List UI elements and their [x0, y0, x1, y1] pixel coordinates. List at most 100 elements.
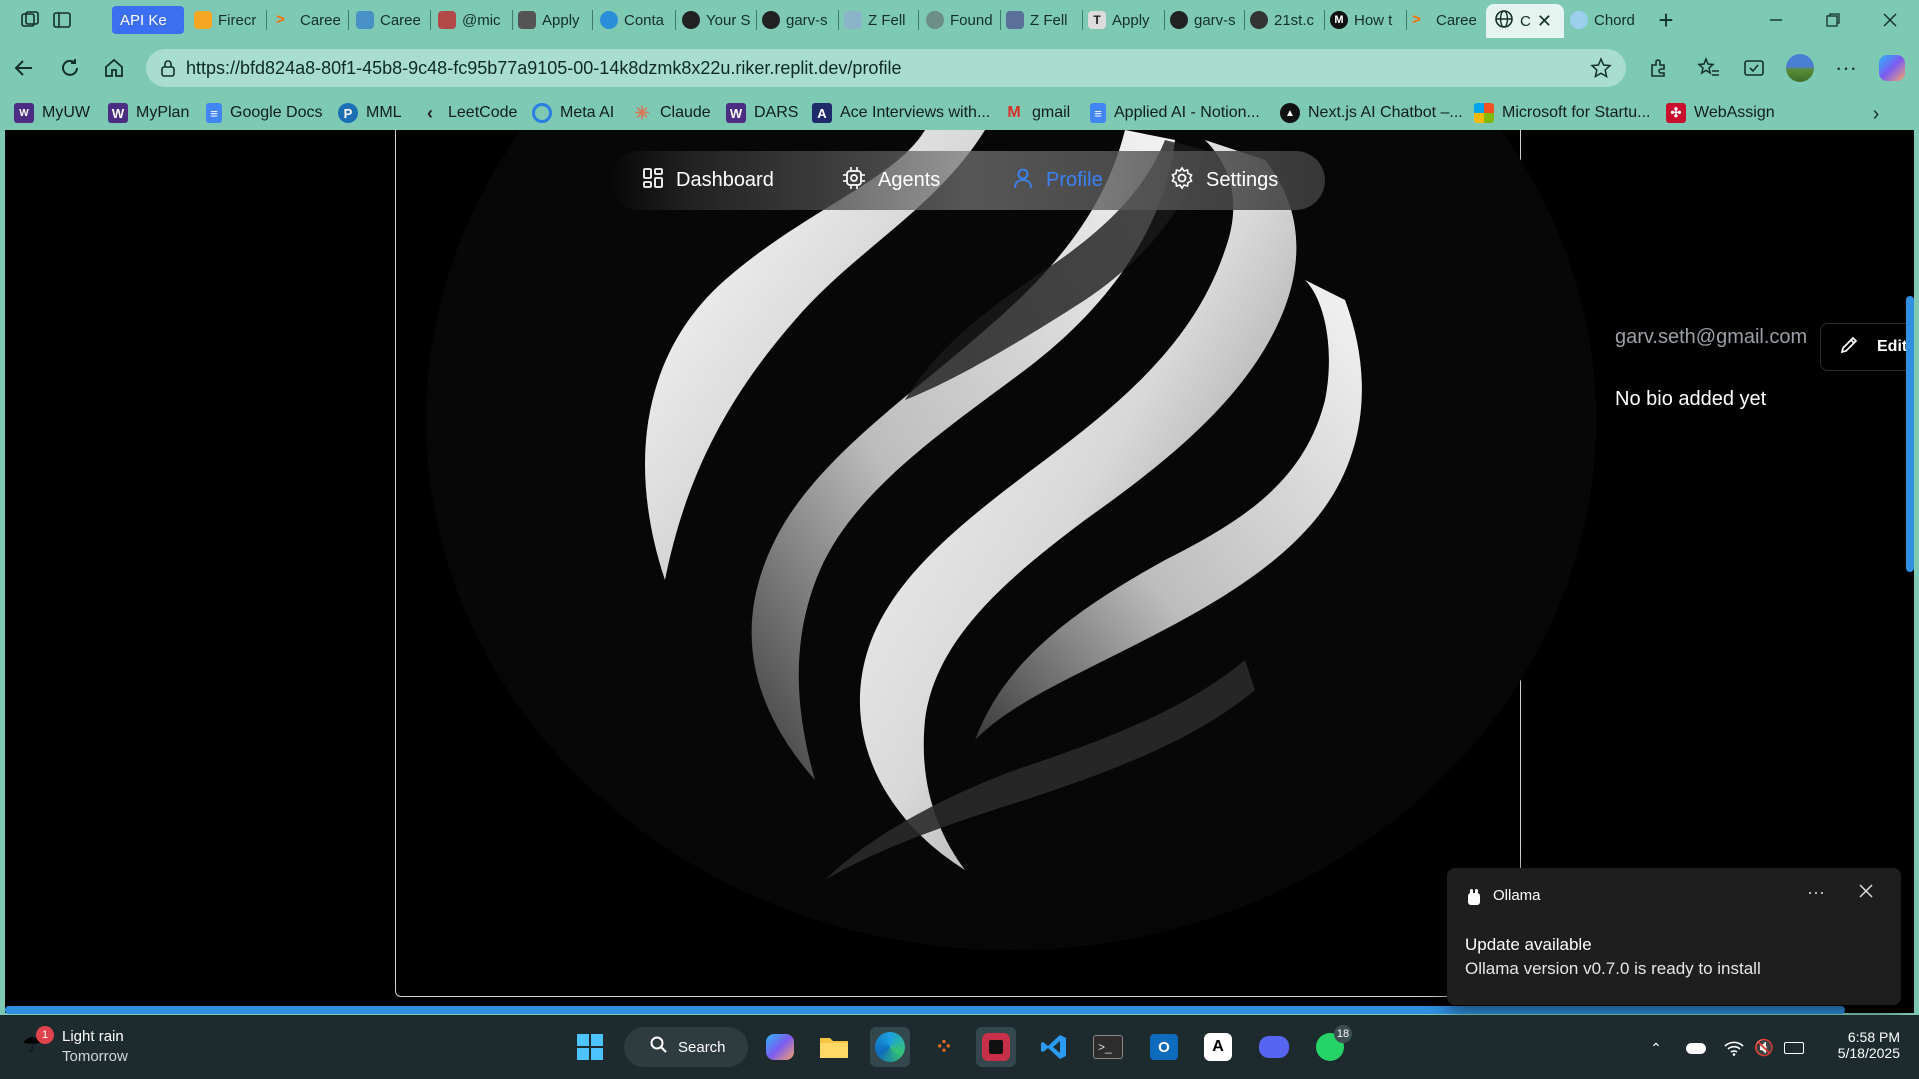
volume-muted-icon[interactable]: 🔇: [1753, 1037, 1775, 1059]
tab-item[interactable]: Conta: [600, 6, 672, 34]
bookmark-meta-ai[interactable]: Meta AI: [532, 102, 614, 124]
home-icon[interactable]: [98, 52, 130, 84]
tab-item[interactable]: Z Fell: [844, 6, 916, 34]
horizontal-scrollbar[interactable]: [5, 1006, 1845, 1014]
nav-dashboard[interactable]: Dashboard: [642, 151, 774, 210]
tab-item[interactable]: > Caree: [1412, 6, 1484, 34]
bookmark-myuw[interactable]: W MyUW: [14, 102, 90, 124]
dars-icon: W: [726, 103, 746, 123]
favorite-star-icon[interactable]: [1590, 57, 1612, 84]
terminal-app-icon[interactable]: [976, 1027, 1016, 1067]
outlook-icon[interactable]: O: [1144, 1027, 1184, 1067]
copilot-taskbar-icon[interactable]: [760, 1027, 800, 1067]
app-icon[interactable]: ⁘: [924, 1027, 964, 1067]
bookmark-webassign[interactable]: ✣ WebAssign: [1666, 102, 1775, 124]
tab-item[interactable]: Apply: [518, 6, 588, 34]
tab-item[interactable]: Found: [926, 6, 998, 34]
tray-overflow-icon[interactable]: ⌃: [1645, 1037, 1667, 1059]
pencil-icon: [1839, 335, 1859, 360]
bookmark-mml[interactable]: P MML: [338, 102, 402, 124]
bookmark-microsoft-startups[interactable]: Microsoft for Startu...: [1474, 102, 1650, 124]
bookmarks-overflow-icon[interactable]: ›: [1860, 98, 1892, 130]
notification-title: Update available: [1465, 935, 1592, 954]
back-icon[interactable]: [8, 52, 40, 84]
extensions-icon[interactable]: [1643, 52, 1675, 84]
tab-actions-icon[interactable]: [46, 4, 78, 36]
nav-settings[interactable]: Settings: [1170, 151, 1278, 210]
start-button[interactable]: [570, 1027, 610, 1067]
edge-icon[interactable]: [870, 1027, 910, 1067]
copilot-icon[interactable]: [1876, 52, 1908, 84]
refresh-icon[interactable]: [54, 52, 86, 84]
tab-title: Your S: [706, 11, 751, 29]
bookmark-google-docs[interactable]: ≡ Google Docs: [206, 102, 323, 124]
bookmark-applied-ai[interactable]: ≡ Applied AI - Notion...: [1090, 102, 1260, 124]
bookmark-label: gmail: [1032, 104, 1071, 121]
tab-item[interactable]: @mic: [438, 6, 508, 34]
nav-agents-label: Agents: [878, 169, 941, 191]
bookmark-gmail[interactable]: Mgmail: [1004, 102, 1070, 124]
taskbar-search[interactable]: Search: [624, 1027, 748, 1067]
bookmark-label: Applied AI - Notion...: [1114, 104, 1260, 121]
onedrive-icon[interactable]: [1685, 1037, 1707, 1059]
discord-icon[interactable]: [1254, 1027, 1294, 1067]
tab-item[interactable]: Firecr: [194, 6, 260, 34]
nav-agents[interactable]: Agents: [842, 151, 940, 210]
tab-item[interactable]: garv-s: [1170, 6, 1242, 34]
close-tab-icon[interactable]: ✕: [1537, 11, 1552, 32]
restore-icon[interactable]: [1817, 4, 1849, 36]
chevron-favicon-icon: >: [276, 11, 285, 28]
edit-profile-button[interactable]: Edit: [1820, 323, 1914, 371]
minimize-icon[interactable]: [1760, 4, 1792, 36]
tab-favicon-icon: [1570, 11, 1588, 29]
collections-icon[interactable]: [1738, 52, 1770, 84]
nav-profile-label: Profile: [1046, 169, 1103, 191]
tab-favicon-icon: [600, 11, 618, 29]
site-info-icon[interactable]: [160, 59, 176, 82]
wifi-icon[interactable]: [1723, 1037, 1745, 1059]
tab-item[interactable]: M How t: [1330, 6, 1404, 34]
bookmark-claude[interactable]: ✳ Claude: [632, 102, 710, 124]
close-window-icon[interactable]: [1874, 4, 1906, 36]
gmail-icon: M: [1007, 104, 1021, 121]
file-explorer-icon[interactable]: [814, 1027, 854, 1067]
tab-item[interactable]: T Apply: [1088, 6, 1162, 34]
terminal-icon[interactable]: >_: [1088, 1027, 1128, 1067]
weather-widget[interactable]: ☂ 1 Light rain Tomorrow: [22, 1026, 162, 1068]
whatsapp-icon[interactable]: 18: [1310, 1025, 1352, 1067]
nav-settings-label: Settings: [1206, 169, 1279, 191]
weather-subtitle: Tomorrow: [62, 1048, 128, 1065]
tab-item[interactable]: > Caree: [276, 6, 342, 34]
tab-favicon-icon: [1250, 11, 1268, 29]
tab-item[interactable]: Your S: [682, 6, 754, 34]
tab-item[interactable]: Caree: [356, 6, 426, 34]
bookmark-ace-interviews[interactable]: A Ace Interviews with...: [812, 102, 990, 124]
vscode-icon[interactable]: [1034, 1027, 1074, 1067]
tab-item[interactable]: Z Fell: [1006, 6, 1084, 34]
tab-item[interactable]: garv-s: [762, 6, 834, 34]
vertical-scrollbar[interactable]: [1906, 296, 1914, 572]
notification-more-icon[interactable]: ···: [1807, 882, 1825, 903]
workspaces-icon[interactable]: [14, 4, 46, 36]
tab-item[interactable]: Chord: [1570, 6, 1646, 34]
adobe-app-icon[interactable]: A: [1198, 1027, 1238, 1067]
bookmark-nextjs-chatbot[interactable]: ▲ Next.js AI Chatbot –...: [1280, 102, 1463, 124]
tab-title: Z Fell: [1030, 11, 1068, 29]
nav-profile[interactable]: Profile: [1012, 151, 1103, 210]
notification-close-icon[interactable]: [1859, 884, 1873, 903]
notification-toast[interactable]: Ollama ··· Update available Ollama versi…: [1447, 868, 1901, 1005]
leetcode-icon: ‹: [427, 102, 433, 123]
address-bar[interactable]: https://bfd824a8-80f1-45b8-9c48-fc95b77a…: [146, 49, 1626, 87]
profile-avatar-icon[interactable]: [1784, 52, 1816, 84]
tab-item[interactable]: 21st.c: [1250, 6, 1322, 34]
tab-item[interactable]: API Ke: [112, 6, 184, 34]
tab-item-active[interactable]: C ✕: [1486, 4, 1564, 38]
bookmark-dars[interactable]: W DARS: [726, 102, 798, 124]
clock[interactable]: 6:58 PM 5/18/2025: [1800, 1029, 1900, 1061]
globe-icon: [1494, 9, 1514, 33]
bookmark-myplan[interactable]: W MyPlan: [108, 102, 189, 124]
more-menu-icon[interactable]: ···: [1830, 52, 1862, 84]
favorites-icon[interactable]: [1693, 52, 1725, 84]
bookmark-leetcode[interactable]: ‹ LeetCode: [420, 102, 517, 124]
new-tab-icon[interactable]: +: [1650, 4, 1682, 36]
